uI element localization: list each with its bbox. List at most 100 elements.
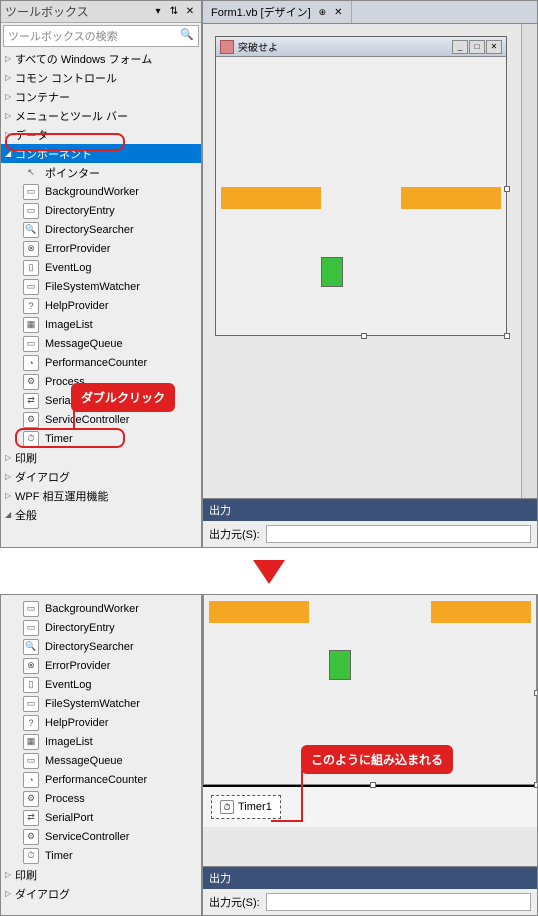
tab-label: Form1.vb [デザイン] [211, 4, 311, 20]
timer-icon: ⏱ [220, 800, 234, 814]
toolbox-item-servicecontroller[interactable]: ⚙ServiceController [1, 827, 201, 846]
toolbox-item-imagelist[interactable]: ▦ImageList [1, 315, 201, 334]
orange-bar-right[interactable] [431, 601, 531, 623]
component-icon: ⚙ [23, 829, 39, 845]
toolbox-item-directoryentry[interactable]: ▭DirectoryEntry [1, 618, 201, 637]
tab-form1[interactable]: Form1.vb [デザイン] ⊕ ✕ [203, 1, 352, 23]
component-icon: ◔ [23, 355, 39, 371]
form-window[interactable]: 突破せよ _ □ ✕ [215, 36, 507, 336]
pin-icon[interactable]: ⇅ [167, 5, 181, 19]
toolbox-tree: ▭BackgroundWorker ▭DirectoryEntry 🔍Direc… [1, 595, 201, 915]
toolbox-item-eventlog[interactable]: ▯EventLog [1, 675, 201, 694]
output-panel: 出力 出力元(S): [203, 498, 537, 547]
toolbox-item-imagelist[interactable]: ▦ImageList [1, 732, 201, 751]
component-icon: ▭ [23, 696, 39, 712]
toolbox-item-timer[interactable]: ⏱Timer [1, 846, 201, 865]
tray-item-timer1[interactable]: ⏱ Timer1 [211, 795, 281, 819]
component-icon: ▭ [23, 279, 39, 295]
component-icon: ⚙ [23, 412, 39, 428]
category-menus-toolbars[interactable]: メニューとツール バー [1, 106, 201, 125]
category-data[interactable]: データ [1, 125, 201, 144]
toolbox-item-performancecounter[interactable]: ◔PerformanceCounter [1, 770, 201, 789]
dropdown-icon[interactable]: ▾ [151, 5, 165, 19]
pointer-icon: ↖ [23, 165, 39, 181]
toolbox-item-directorysearcher[interactable]: 🔍DirectorySearcher [1, 220, 201, 239]
toolbox-item-helpprovider[interactable]: ?HelpProvider [1, 713, 201, 732]
pin-icon[interactable]: ⊕ [319, 7, 327, 18]
scrollbar[interactable] [521, 24, 537, 498]
component-icon: ▭ [23, 336, 39, 352]
output-source-dropdown[interactable] [266, 525, 531, 543]
callout-doubleclick: ダブルクリック [71, 383, 175, 412]
orange-bar-left[interactable] [221, 187, 321, 209]
toolbox-item-servicecontroller[interactable]: ⚙ServiceController [1, 410, 201, 429]
maximize-icon[interactable]: □ [469, 40, 485, 54]
component-icon: ⊗ [23, 241, 39, 257]
component-tray[interactable]: ⏱ Timer1 [203, 785, 537, 827]
category-print[interactable]: 印刷 [1, 865, 201, 884]
component-icon: 🔍 [23, 639, 39, 655]
green-box[interactable] [329, 650, 351, 680]
component-icon: ⇄ [23, 810, 39, 826]
minimize-icon[interactable]: _ [452, 40, 468, 54]
toolbox-search[interactable]: ツールボックスの検索 🔍 [3, 25, 199, 47]
output-source-dropdown[interactable] [266, 893, 531, 911]
component-icon: ▭ [23, 620, 39, 636]
design-surface[interactable]: ⏱ Timer1 [203, 595, 537, 866]
toolbox-title: ツールボックス [5, 3, 149, 20]
toolbox-item-serialport[interactable]: ⇄SerialPort [1, 808, 201, 827]
toolbox-item-directoryentry[interactable]: ▭DirectoryEntry [1, 201, 201, 220]
search-icon: 🔍 [180, 28, 194, 44]
category-print[interactable]: 印刷 [1, 448, 201, 467]
form-client-area[interactable] [216, 57, 506, 335]
toolbox-item-backgroundworker[interactable]: ▭BackgroundWorker [1, 182, 201, 201]
toolbox-item-messagequeue[interactable]: ▭MessageQueue [1, 334, 201, 353]
design-surface[interactable]: 突破せよ _ □ ✕ [203, 24, 537, 498]
category-dialog[interactable]: ダイアログ [1, 467, 201, 486]
toolbox-item-messagequeue[interactable]: ▭MessageQueue [1, 751, 201, 770]
toolbox-item-helpprovider[interactable]: ?HelpProvider [1, 296, 201, 315]
callout-embedded: このように組み込まれる [301, 745, 453, 774]
component-icon: ▯ [23, 677, 39, 693]
category-components[interactable]: コンポーネント [1, 144, 201, 163]
orange-bar-right[interactable] [401, 187, 501, 209]
component-icon: ▯ [23, 260, 39, 276]
output-source-label: 出力元(S): [209, 526, 260, 542]
category-wpf[interactable]: WPF 相互運用機能 [1, 486, 201, 505]
component-icon: ? [23, 298, 39, 314]
output-body: 出力元(S): [203, 521, 537, 547]
component-icon: ⚙ [23, 791, 39, 807]
component-icon: ▭ [23, 184, 39, 200]
app-icon [220, 40, 234, 54]
timer-icon: ⏱ [23, 848, 39, 864]
green-box[interactable] [321, 257, 343, 287]
category-dialog[interactable]: ダイアログ [1, 884, 201, 903]
component-icon: ⚙ [23, 374, 39, 390]
toolbox-item-errorprovider[interactable]: ⊗ErrorProvider [1, 656, 201, 675]
component-icon: ? [23, 715, 39, 731]
toolbox-item-eventlog[interactable]: ▯EventLog [1, 258, 201, 277]
close-icon[interactable]: ✕ [486, 40, 502, 54]
toolbox-header: ツールボックス ▾ ⇅ ✕ [1, 1, 201, 23]
toolbox-item-directorysearcher[interactable]: 🔍DirectorySearcher [1, 637, 201, 656]
category-all-forms[interactable]: すべての Windows フォーム [1, 49, 201, 68]
toolbox-item-filesystemwatcher[interactable]: ▭FileSystemWatcher [1, 277, 201, 296]
category-containers[interactable]: コンテナー [1, 87, 201, 106]
output-source-label: 出力元(S): [209, 894, 260, 910]
toolbox-item-performancecounter[interactable]: ◔PerformanceCounter [1, 353, 201, 372]
toolbox-item-backgroundworker[interactable]: ▭BackgroundWorker [1, 599, 201, 618]
toolbox-item-pointer[interactable]: ↖ポインター [1, 163, 201, 182]
close-icon[interactable]: ✕ [334, 7, 342, 18]
toolbox-item-filesystemwatcher[interactable]: ▭FileSystemWatcher [1, 694, 201, 713]
toolbox-item-process[interactable]: ⚙Process [1, 789, 201, 808]
category-common-controls[interactable]: コモン コントロール [1, 68, 201, 87]
component-icon: ▦ [23, 317, 39, 333]
output-body: 出力元(S): [203, 889, 537, 915]
toolbox-item-errorprovider[interactable]: ⊗ErrorProvider [1, 239, 201, 258]
component-icon: ▭ [23, 753, 39, 769]
close-icon[interactable]: ✕ [183, 5, 197, 19]
orange-bar-left[interactable] [209, 601, 309, 623]
toolbox-item-timer[interactable]: ⏱Timer [1, 429, 201, 448]
category-general[interactable]: 全般 [1, 505, 201, 524]
flow-arrow-icon [253, 560, 285, 584]
